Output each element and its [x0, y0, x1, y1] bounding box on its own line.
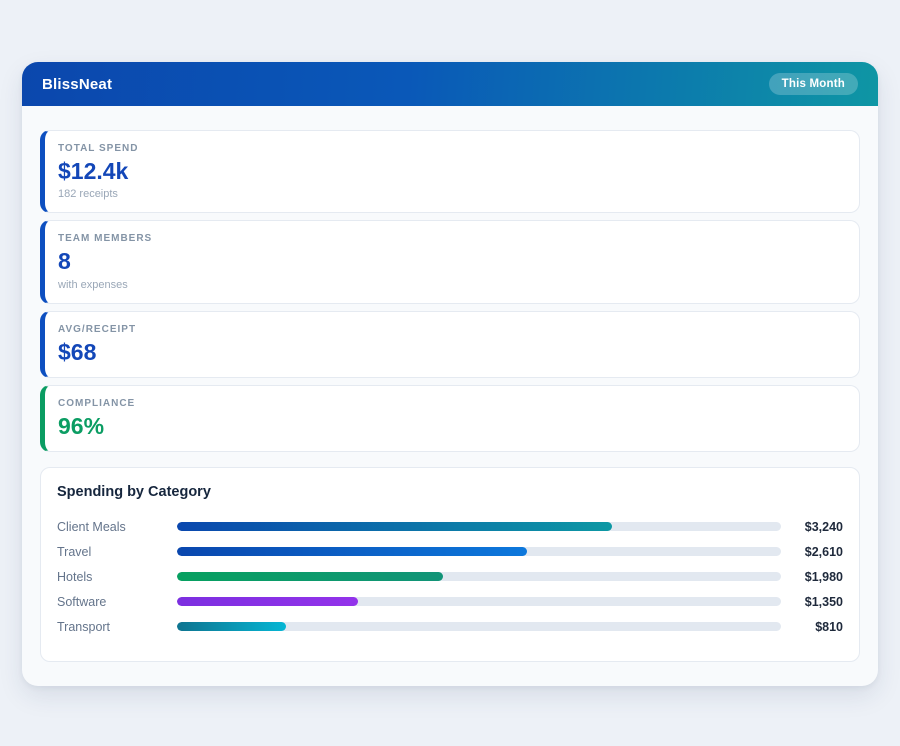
bar-category-label: Software	[57, 594, 107, 609]
bar-category-label: Travel	[57, 544, 92, 559]
chart-title: Spending by Category	[57, 484, 211, 501]
dashboard-panel: BlissNeat This Month TOTAL SPEND $12.4k …	[22, 62, 878, 686]
stat-card-compliance: COMPLIANCE 96%	[40, 384, 860, 453]
bar-track	[177, 572, 781, 582]
stat-label: AVG/RECEIPT	[58, 323, 137, 335]
stat-value: $68	[58, 338, 97, 365]
bar-track	[177, 522, 781, 532]
bar-category-label: Transport	[57, 619, 111, 634]
stat-subtext: with expenses	[58, 278, 128, 291]
stat-label: COMPLIANCE	[58, 397, 136, 409]
app-header: BlissNeat This Month	[22, 62, 878, 106]
bar-fill	[177, 522, 612, 532]
stat-value: $12.4k	[58, 158, 129, 184]
bar-row: Travel $2,610	[57, 539, 843, 564]
stat-label: TEAM MEMBERS	[58, 233, 153, 245]
spending-by-category-chart: Spending by Category Client Meals $3,240 T…	[40, 467, 860, 663]
bar-row: Hotels $1,980	[57, 564, 843, 589]
period-selector-badge[interactable]: This Month	[768, 73, 858, 95]
bar-value-label: $1,350	[804, 594, 843, 609]
bar-track	[177, 622, 781, 632]
bar-row: Client Meals $3,240	[57, 514, 843, 539]
stat-card-total-spend: TOTAL SPEND $12.4k 182 receipts	[40, 130, 860, 214]
bar-value-label: $3,240	[804, 519, 843, 534]
app-title: BlissNeat	[42, 75, 113, 93]
stat-value: 96%	[58, 412, 105, 439]
bar-fill	[177, 597, 359, 607]
bar-category-label: Hotels	[57, 569, 93, 584]
bar-fill	[177, 622, 286, 632]
bar-value-label: $1,980	[804, 569, 843, 584]
bar-track	[177, 547, 781, 557]
bar-track	[177, 597, 781, 607]
bar-fill	[177, 572, 443, 582]
bar-fill	[177, 547, 528, 557]
stat-card-team-members: TEAM MEMBERS 8 with expenses	[40, 220, 860, 304]
bar-row: Software $1,350	[57, 589, 843, 614]
bar-category-label: Client Meals	[57, 519, 126, 534]
stat-label: TOTAL SPEND	[58, 143, 139, 154]
dashboard-content: TOTAL SPEND $12.4k 182 receipts TEAM MEM…	[22, 106, 878, 682]
bar-value-label: $2,610	[804, 544, 843, 559]
stat-subtext: 182 receipts	[58, 188, 118, 201]
bar-value-label: $810	[815, 619, 843, 634]
bar-row: Transport $810	[57, 614, 843, 639]
stat-card-avg-receipt: AVG/RECEIPT $68	[40, 310, 860, 378]
bar-chart-rows: Client Meals $3,240 Travel $2,610 Hotels $1,9…	[57, 514, 843, 639]
stat-value: 8	[58, 248, 71, 275]
